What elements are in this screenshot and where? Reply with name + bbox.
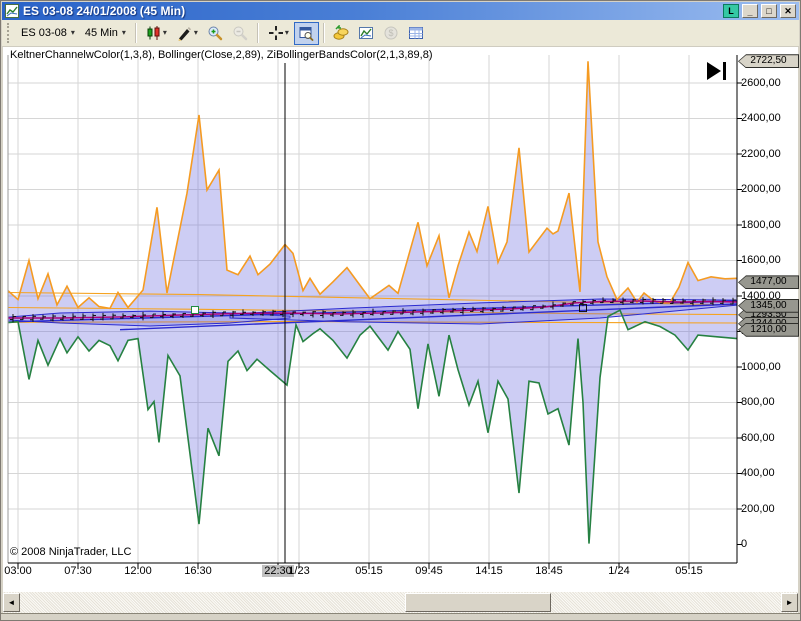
window-title: ES 03-08 24/01/2008 (45 Min) xyxy=(23,4,185,18)
candlestick-icon xyxy=(146,25,162,41)
toolbar-grip[interactable] xyxy=(7,23,11,43)
drawing-tools-button[interactable]: ▾ xyxy=(172,22,203,45)
chart-icon xyxy=(358,25,374,41)
scroll-left-button[interactable]: ◄ xyxy=(3,593,20,612)
y-tick-label: 1600,00 xyxy=(741,254,781,266)
price-marker-tag: 1345,00 xyxy=(738,299,799,313)
toolbar-separator xyxy=(135,23,137,43)
zoom-out-icon xyxy=(232,25,248,41)
y-tick-label: 2000,00 xyxy=(741,183,781,195)
y-tick-label: 600,00 xyxy=(741,432,775,444)
dollar-button[interactable]: $ xyxy=(379,22,404,45)
x-tick-label: 07:30 xyxy=(56,565,100,577)
coins-icon xyxy=(333,25,349,41)
y-tick-label: 400,00 xyxy=(741,467,775,479)
zoom-out-button[interactable] xyxy=(228,22,253,45)
copyright-label: © 2008 NinjaTrader, LLC xyxy=(10,546,131,558)
link-button[interactable]: L xyxy=(723,4,739,18)
chart-trader-button[interactable] xyxy=(329,22,354,45)
chevron-down-icon: ▾ xyxy=(71,29,75,37)
y-tick-label: 2600,00 xyxy=(741,77,781,89)
x-tick-label: 03:00 xyxy=(0,565,40,577)
price-marker-tag: 1477,00 xyxy=(738,275,799,289)
zoom-in-button[interactable] xyxy=(203,22,228,45)
maximize-button[interactable]: □ xyxy=(761,4,777,18)
scrollbar-thumb[interactable] xyxy=(405,593,551,612)
new-chart-button[interactable] xyxy=(354,22,379,45)
chart-style-button[interactable]: ▾ xyxy=(141,22,172,45)
x-tick-label: 14:15 xyxy=(467,565,511,577)
y-tick-label: 2200,00 xyxy=(741,148,781,160)
zoom-window-button[interactable] xyxy=(294,22,319,45)
zoom-in-icon xyxy=(207,25,223,41)
chevron-down-icon: ▾ xyxy=(122,29,126,37)
x-tick-label: 18:45 xyxy=(527,565,571,577)
y-tick-label: 200,00 xyxy=(741,503,775,515)
chevron-down-icon: ▾ xyxy=(163,29,167,37)
x-tick-label: 12:00 xyxy=(116,565,160,577)
pen-icon xyxy=(177,25,193,41)
instrument-label: ES 03-08 xyxy=(21,27,67,39)
x-tick-label: 1/23 xyxy=(277,565,321,577)
x-tick-label: 09:45 xyxy=(407,565,451,577)
chart-background xyxy=(3,47,798,591)
x-tick-label: 05:15 xyxy=(347,565,391,577)
chart-app-icon xyxy=(5,4,19,18)
instrument-selector[interactable]: ES 03-08 ▾ xyxy=(16,24,80,42)
chart-window: ES 03-08 24/01/2008 (45 Min) L _ □ ✕ ES … xyxy=(0,0,801,621)
price-marker-tag: 1210,00 xyxy=(738,323,799,337)
zoom-window-icon xyxy=(298,25,314,41)
data-grid-button[interactable] xyxy=(404,22,429,45)
scroll-right-button[interactable]: ► xyxy=(781,593,798,612)
y-tick-label: 1800,00 xyxy=(741,219,781,231)
interval-label: 45 Min xyxy=(85,27,118,39)
close-button[interactable]: ✕ xyxy=(780,4,796,18)
crosshair-icon xyxy=(268,25,284,41)
minimize-button[interactable]: _ xyxy=(742,4,758,18)
indicator-label[interactable]: KeltnerChannelwColor(1,3,8), Bollinger(C… xyxy=(10,49,433,61)
x-tick-label: 05:15 xyxy=(667,565,711,577)
window-controls: L _ □ ✕ xyxy=(720,4,796,18)
y-tick-label: 1000,00 xyxy=(741,361,781,373)
data-grid-icon xyxy=(408,25,424,41)
horizontal-scrollbar[interactable]: ◄ ► xyxy=(3,591,798,613)
chevron-down-icon: ▾ xyxy=(194,29,198,37)
x-tick-label: 16:30 xyxy=(176,565,220,577)
interval-selector[interactable]: 45 Min ▾ xyxy=(80,24,131,42)
price-marker-tag: 2722,50 xyxy=(738,54,799,68)
dollar-coin-icon: $ xyxy=(383,25,399,41)
y-tick-label: 0 xyxy=(741,538,747,550)
toolbar-separator xyxy=(257,23,259,43)
chevron-down-icon: ▾ xyxy=(285,29,289,37)
svg-text:$: $ xyxy=(389,28,394,38)
y-tick-label: 800,00 xyxy=(741,396,775,408)
cursor-crosshair-button[interactable]: ▾ xyxy=(263,22,294,45)
x-tick-label: 1/24 xyxy=(597,565,641,577)
toolbar: ES 03-08 ▾ 45 Min ▾ ▾ ▾ ▾ xyxy=(2,20,799,47)
toolbar-separator xyxy=(323,23,325,43)
window-frame-bottom xyxy=(0,613,801,621)
title-bar[interactable]: ES 03-08 24/01/2008 (45 Min) L _ □ ✕ xyxy=(2,2,799,20)
y-tick-label: 2400,00 xyxy=(741,112,781,124)
